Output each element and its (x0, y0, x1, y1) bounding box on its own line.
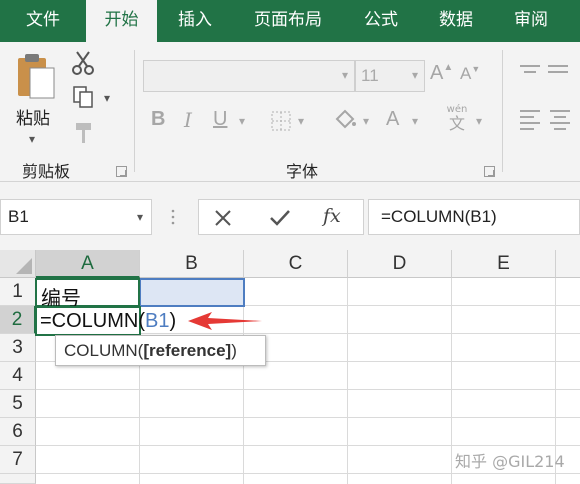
phonetic-dropdown-icon[interactable]: ▾ (476, 114, 482, 128)
grow-font-icon[interactable]: A▲ (430, 62, 453, 85)
row-header-1[interactable]: 1 (0, 278, 36, 306)
column-header-d[interactable]: D (348, 250, 452, 278)
font-group-label: 字体 (286, 162, 319, 181)
align-left-icon[interactable] (518, 108, 542, 138)
tab-page-layout[interactable]: 页面布局 (233, 0, 343, 42)
align-middle-icon[interactable] (546, 64, 570, 84)
font-color-icon[interactable]: A (386, 108, 399, 131)
formula-reference-highlight (139, 278, 245, 307)
ribbon-home: 粘贴 ▾ ▾ 剪贴板 ▾ 11 ▾ A▲ A▼ B I U ▾ ▾ ▾ A ▾ … (0, 42, 580, 182)
formula-function-part: =COLUMN( (40, 310, 146, 332)
gridline (36, 445, 580, 446)
format-painter-icon[interactable] (72, 120, 96, 150)
bold-icon[interactable]: B (151, 108, 165, 131)
select-all-button[interactable] (0, 250, 36, 278)
formula-input-value: =COLUMN(B1) (381, 207, 497, 226)
row-header-2[interactable]: 2 (0, 306, 36, 334)
cell-a2-formula: =COLUMN(B1) (40, 310, 176, 333)
row-header-5[interactable]: 5 (0, 390, 36, 418)
font-name-box[interactable]: ▾ (143, 60, 355, 92)
function-argument-tooltip[interactable]: COLUMN([reference]) (55, 335, 266, 366)
name-box[interactable]: B1 ▾ (0, 199, 152, 235)
name-box-value: B1 (8, 207, 29, 226)
row-header-4[interactable]: 4 (0, 362, 36, 390)
align-top-icon[interactable] (518, 64, 542, 84)
insert-function-icon[interactable]: fx (323, 205, 341, 227)
row-header-6[interactable]: 6 (0, 418, 36, 446)
row-header-8[interactable] (0, 474, 36, 484)
fill-color-dropdown-icon[interactable]: ▾ (363, 114, 369, 128)
copy-dropdown-icon[interactable]: ▾ (104, 91, 110, 105)
tooltip-closing: ) (231, 341, 237, 360)
column-header-c[interactable]: C (244, 250, 348, 278)
paste-button[interactable]: 粘贴 ▾ (12, 52, 58, 152)
row-header-3[interactable]: 3 (0, 334, 36, 362)
enter-icon[interactable] (269, 208, 291, 232)
formula-closing-part: ) (169, 310, 177, 332)
tab-file[interactable]: 文件 (0, 0, 86, 42)
column-header-f[interactable] (556, 250, 580, 278)
cell-a1[interactable]: 编号 (35, 278, 140, 310)
font-size-value: 11 (361, 66, 379, 85)
underline-icon[interactable]: U (213, 108, 227, 131)
paste-label: 粘贴 (16, 109, 50, 129)
fill-color-icon[interactable] (333, 108, 357, 136)
select-all-icon (16, 258, 32, 274)
paste-dropdown-icon: ▾ (29, 132, 36, 146)
column-header-a[interactable]: A (36, 250, 140, 278)
font-size-dropdown-icon: ▾ (411, 68, 418, 82)
formula-input[interactable]: =COLUMN(B1) (368, 199, 580, 235)
row-header-7[interactable]: 7 (0, 446, 36, 474)
font-size-box[interactable]: 11 ▾ (355, 60, 425, 92)
watermark: 知乎 @GIL214 (455, 452, 565, 471)
ribbon-tab-bar: 文件 开始 插入 页面布局 公式 数据 审阅 (0, 0, 580, 42)
tooltip-function-name: COLUMN( (64, 341, 144, 360)
name-box-dropdown-icon[interactable]: ▾ (137, 210, 143, 224)
formula-buttons: fx (198, 199, 364, 235)
align-center-icon[interactable] (548, 108, 572, 138)
gridline (36, 389, 580, 390)
gridline (36, 473, 580, 474)
borders-dropdown-icon[interactable]: ▾ (298, 114, 304, 128)
tooltip-argument[interactable]: [reference] (143, 341, 231, 360)
font-launcher-icon[interactable] (484, 166, 495, 177)
font-name-dropdown-icon: ▾ (341, 68, 348, 82)
borders-icon[interactable] (270, 110, 292, 136)
clipboard-group-label: 剪贴板 (22, 162, 71, 181)
column-header-e[interactable]: E (452, 250, 556, 278)
phonetic-char-label: 文 (448, 114, 465, 133)
tab-insert[interactable]: 插入 (157, 0, 233, 42)
gridline (451, 278, 452, 484)
gridline (36, 417, 580, 418)
formula-bar-splitter-icon[interactable] (170, 207, 176, 227)
group-separator (134, 50, 135, 172)
clipboard-launcher-icon[interactable] (116, 166, 127, 177)
font-color-dropdown-icon[interactable]: ▾ (412, 114, 418, 128)
phonetic-guide-icon[interactable]: wén 文 (442, 104, 472, 133)
cancel-icon[interactable] (213, 208, 233, 232)
shrink-font-icon[interactable]: A▼ (460, 64, 480, 84)
tab-formulas[interactable]: 公式 (343, 0, 419, 42)
column-header-b[interactable]: B (140, 250, 244, 278)
copy-icon[interactable] (72, 85, 98, 113)
cut-icon[interactable] (70, 50, 96, 80)
paste-icon (18, 54, 55, 99)
formula-reference-part: B1 (145, 310, 170, 332)
tab-review[interactable]: 审阅 (493, 0, 569, 42)
annotation-arrow-icon (188, 312, 262, 330)
tab-home[interactable]: 开始 (86, 0, 157, 42)
tab-data[interactable]: 数据 (419, 0, 493, 42)
cell-a2-editing[interactable]: =COLUMN(B1) (35, 306, 176, 336)
gridline (347, 278, 348, 484)
italic-icon[interactable]: I (184, 108, 192, 132)
underline-dropdown-icon[interactable]: ▾ (239, 114, 245, 128)
group-separator (502, 50, 503, 172)
